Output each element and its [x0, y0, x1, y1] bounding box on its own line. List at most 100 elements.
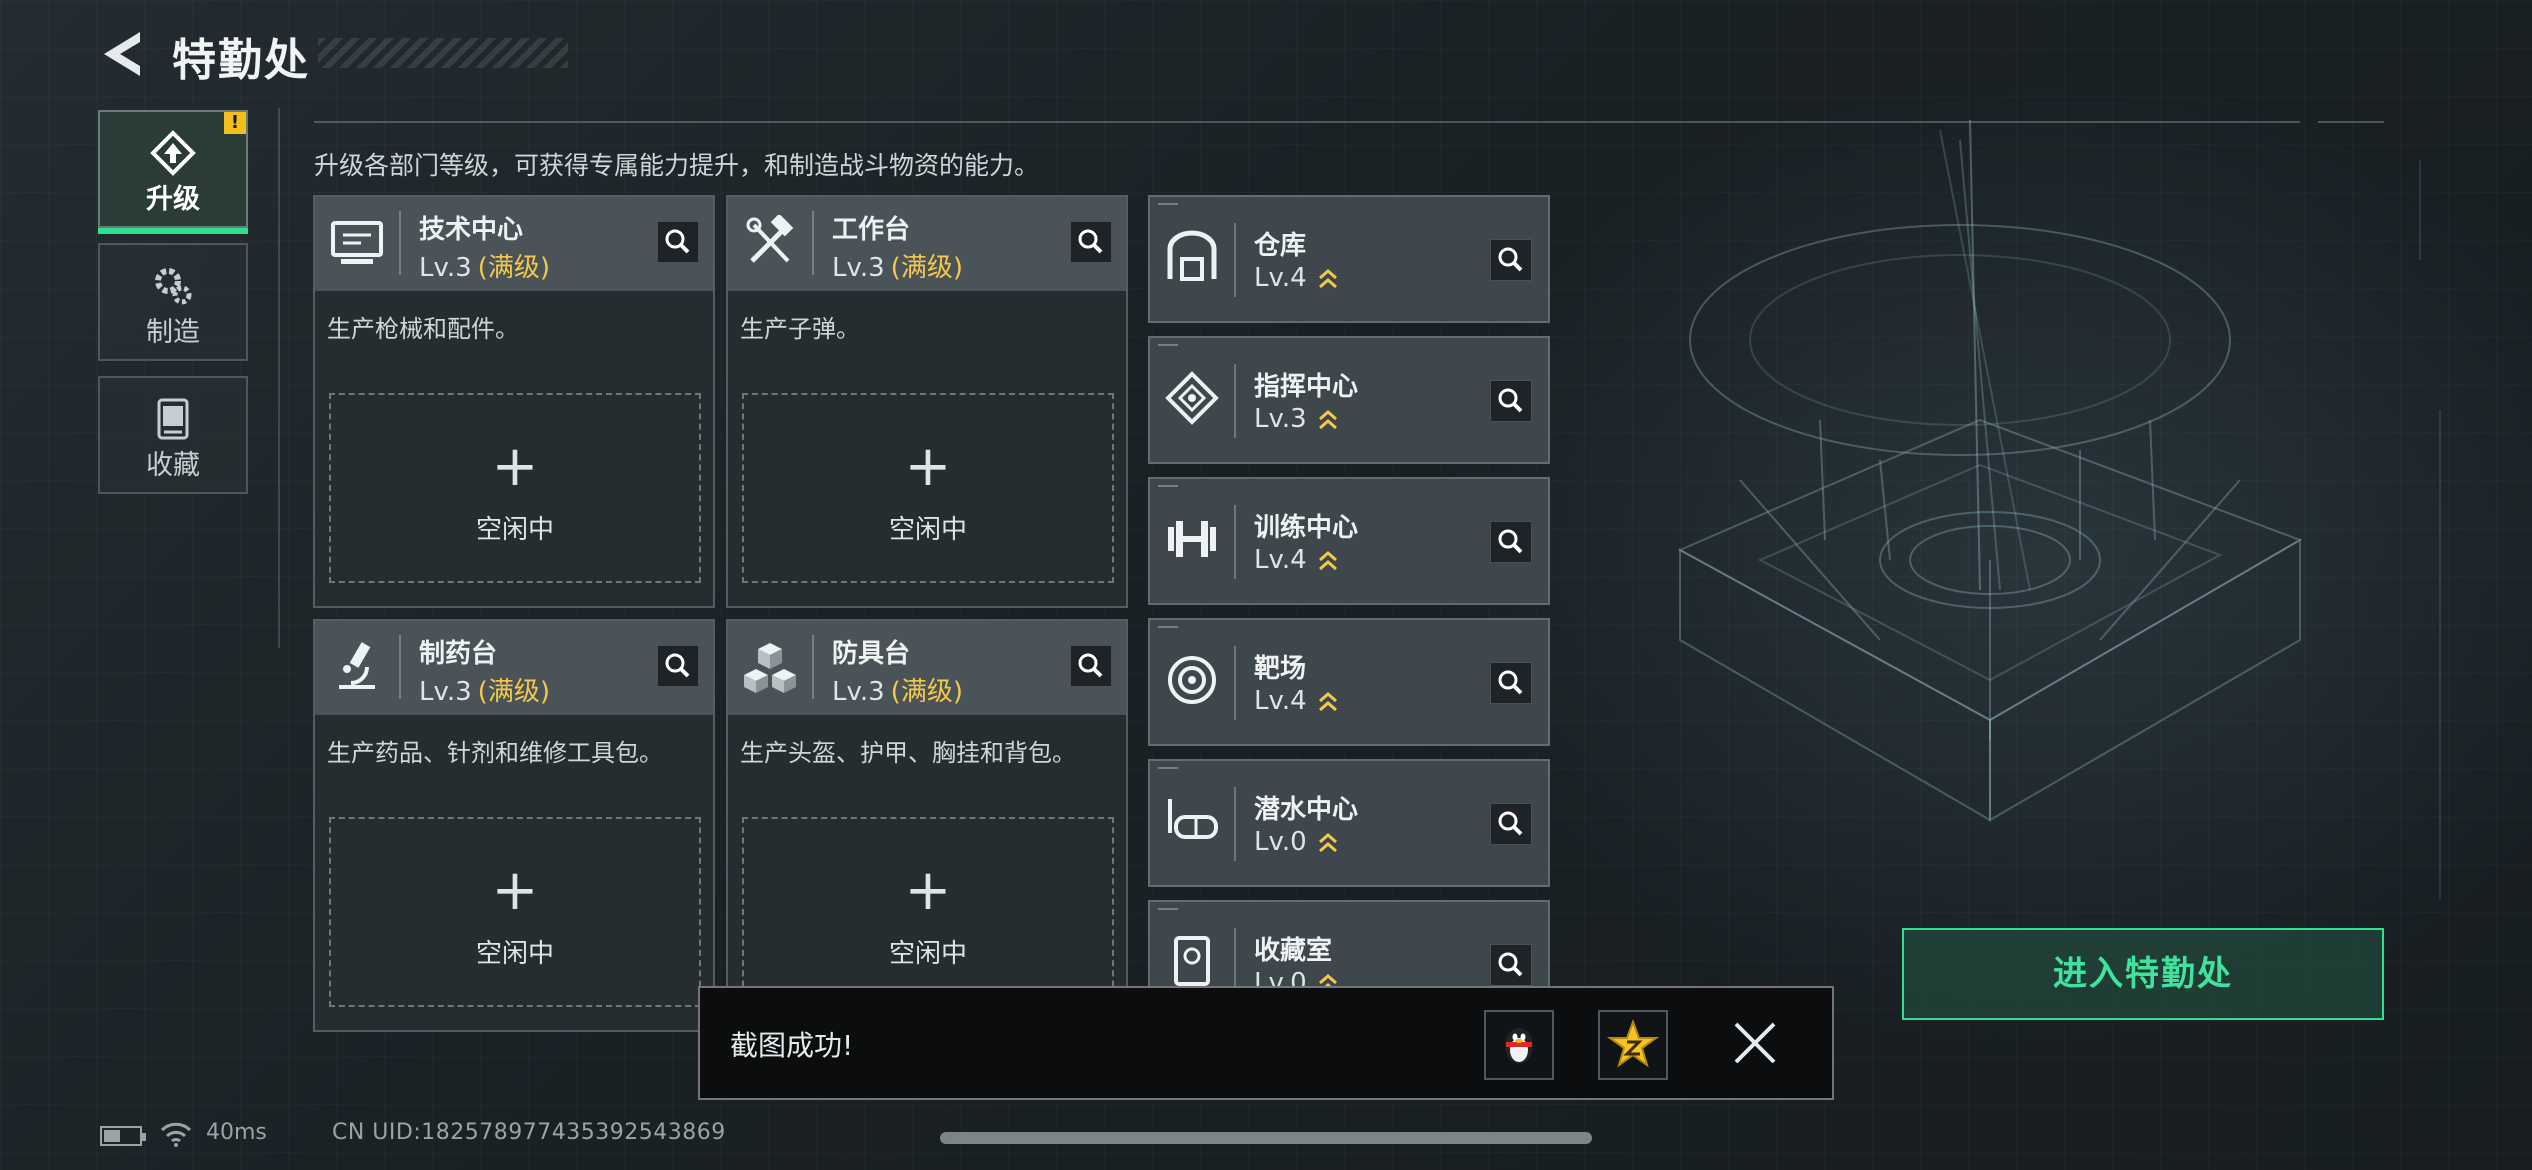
- inspect-button[interactable]: [657, 645, 699, 687]
- nav-tab-upgrade[interactable]: ! 升级: [98, 110, 248, 234]
- nav-label-upgrade: 升级: [146, 184, 200, 215]
- dept-name: 技术中心: [419, 215, 524, 245]
- facility-level: Lv.4: [1254, 686, 1339, 716]
- inspect-button[interactable]: [657, 221, 699, 263]
- share-qq-button[interactable]: [1484, 1010, 1554, 1080]
- monitor-icon: [331, 221, 383, 264]
- cubes-icon: [744, 643, 796, 693]
- facility-name: 收藏室: [1254, 936, 1333, 966]
- search-icon: [1078, 653, 1103, 678]
- dept-description: 生产子弹。: [740, 315, 860, 343]
- search-icon: [665, 229, 690, 254]
- dept-description: 生产头盔、护甲、胸挂和背包。: [740, 739, 1076, 767]
- close-toast-button[interactable]: [1722, 1010, 1792, 1080]
- dept-card-workbench[interactable]: 工作台 Lv.3 (满级) 生产子弹。 + 空闲中: [726, 195, 1128, 608]
- inspect-button[interactable]: [1490, 803, 1532, 845]
- upgrade-icon: [150, 130, 196, 176]
- enter-special-ops-button[interactable]: 进入特勤处: [1902, 928, 2384, 1020]
- separator: [399, 635, 401, 699]
- card-header: 防具台 Lv.3 (满级): [728, 621, 1126, 715]
- building-hologram: [1677, 120, 2441, 900]
- divider: [314, 121, 2300, 123]
- dept-card-armor-bench[interactable]: 防具台 Lv.3 (满级) 生产头盔、护甲、胸挂和背包。 + 空闲中: [726, 619, 1128, 1032]
- upgrade-arrows-icon: [1318, 409, 1337, 429]
- nav-tab-collection[interactable]: 收藏: [98, 376, 248, 494]
- slot-status: 空闲中: [888, 515, 967, 545]
- level-value: Lv.3: [832, 677, 885, 707]
- dept-description: 生产药品、针剂和维修工具包。: [327, 739, 663, 767]
- level-value: Lv.3: [832, 253, 885, 283]
- inspect-button[interactable]: [1070, 645, 1112, 687]
- facility-name: 潜水中心: [1254, 795, 1359, 825]
- facility-name: 靶场: [1254, 654, 1307, 684]
- qzone-star-icon: [1606, 1019, 1660, 1068]
- home-indicator[interactable]: [940, 1132, 1592, 1144]
- facility-level: Lv.0: [1254, 827, 1339, 857]
- facility-card-training-center[interactable]: 训练中心 Lv.4: [1148, 477, 1550, 605]
- card-header: 工作台 Lv.3 (满级): [728, 197, 1126, 291]
- microscope-icon: [339, 642, 375, 689]
- corner-tick: [1158, 485, 1178, 487]
- search-icon: [1498, 670, 1523, 695]
- plus-icon: +: [904, 434, 952, 499]
- production-slot[interactable]: + 空闲中: [742, 817, 1114, 1007]
- dept-level: Lv.3 (满级): [832, 247, 963, 284]
- collection-icon: [157, 398, 189, 440]
- facility-card-command-center[interactable]: 指挥中心 Lv.3: [1148, 336, 1550, 464]
- uid-text: CN UID:182578977435392543869: [332, 1120, 726, 1145]
- plus-icon: +: [491, 858, 539, 923]
- back-icon[interactable]: [100, 28, 150, 80]
- inspect-button[interactable]: [1490, 239, 1532, 281]
- dept-card-tech-center[interactable]: 技术中心 Lv.3 (满级) 生产枪械和配件。 + 空闲中: [313, 195, 715, 608]
- corner-tick: [1158, 767, 1178, 769]
- inspect-button[interactable]: [1490, 944, 1532, 986]
- inspect-button[interactable]: [1070, 221, 1112, 263]
- share-qzone-button[interactable]: [1598, 1010, 1668, 1080]
- dept-name: 防具台: [832, 639, 911, 669]
- facility-card-dive-center[interactable]: 潜水中心 Lv.0: [1148, 759, 1550, 887]
- dept-description: 生产枪械和配件。: [327, 315, 519, 343]
- slot-status: 空闲中: [475, 939, 554, 969]
- title-decoration: [318, 38, 568, 68]
- production-slot[interactable]: + 空闲中: [329, 393, 701, 583]
- dumbbell-icon: [1168, 521, 1216, 557]
- level-value: Lv.3: [1254, 404, 1307, 434]
- inspect-button[interactable]: [1490, 521, 1532, 563]
- level-value: Lv.3: [419, 253, 472, 283]
- intro-text: 升级各部门等级，可获得专属能力提升，和制造战斗物资的能力。: [314, 151, 1040, 180]
- facility-card-shooting-range[interactable]: 靶场 Lv.4: [1148, 618, 1550, 746]
- search-icon: [665, 653, 690, 678]
- separator: [1234, 646, 1236, 720]
- dept-card-pharmacy[interactable]: 制药台 Lv.3 (满级) 生产药品、针剂和维修工具包。 + 空闲中: [313, 619, 715, 1032]
- upgrade-arrows-icon: [1318, 268, 1337, 288]
- upgrade-arrows-icon: [1318, 550, 1337, 570]
- slot-status: 空闲中: [475, 515, 554, 545]
- command-icon: [1165, 371, 1219, 425]
- nav-label-collection: 收藏: [146, 450, 200, 481]
- search-icon: [1498, 811, 1523, 836]
- nav-tab-craft[interactable]: 制造: [98, 243, 248, 361]
- level-value: Lv.0: [1254, 827, 1307, 857]
- facility-name: 训练中心: [1254, 513, 1359, 543]
- dept-level: Lv.3 (满级): [419, 247, 550, 284]
- production-slot[interactable]: + 空闲中: [329, 817, 701, 1007]
- inspect-button[interactable]: [1490, 662, 1532, 704]
- dept-level: Lv.3 (满级): [419, 671, 550, 708]
- battery-icon: [100, 1126, 146, 1146]
- facility-card-warehouse[interactable]: 仓库 Lv.4: [1148, 195, 1550, 323]
- max-level-tag: (满级): [477, 253, 550, 283]
- corner-tick: [1158, 626, 1178, 628]
- card-header: 技术中心 Lv.3 (满级): [315, 197, 713, 291]
- facility-name: 仓库: [1254, 231, 1307, 261]
- inspect-button[interactable]: [1490, 380, 1532, 422]
- search-icon: [1498, 388, 1523, 413]
- wifi-icon: [160, 1122, 192, 1147]
- toast-message: 截图成功!: [730, 1029, 854, 1062]
- alert-badge: !: [224, 112, 246, 134]
- collection-icon: [1174, 936, 1210, 986]
- separator: [399, 211, 401, 275]
- level-value: Lv.4: [1254, 263, 1307, 293]
- slot-status: 空闲中: [888, 939, 967, 969]
- production-slot[interactable]: + 空闲中: [742, 393, 1114, 583]
- facility-level: Lv.3: [1254, 404, 1339, 434]
